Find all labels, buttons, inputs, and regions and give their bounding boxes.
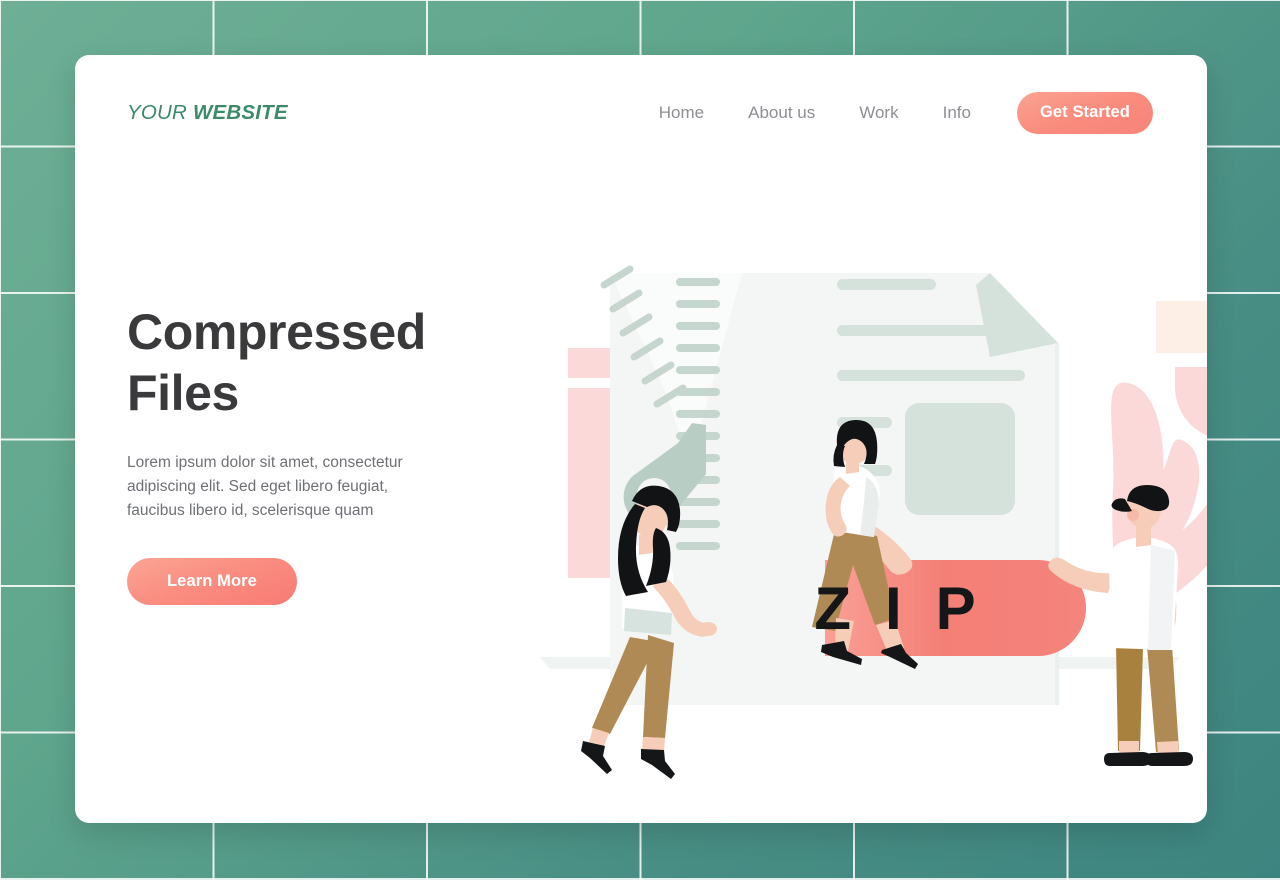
- zip-banner-label: ZIP: [814, 575, 1009, 642]
- peach-rectangle-decoration: [1156, 301, 1207, 353]
- brand-logo[interactable]: YOUR WEBSITE: [127, 101, 288, 125]
- headline-line-2: Files: [127, 365, 239, 421]
- hero-copy-block: Compressed Files Lorem ipsum dolor sit a…: [127, 302, 527, 605]
- nav-item-home[interactable]: Home: [659, 103, 726, 123]
- page-title: Compressed Files: [127, 302, 527, 424]
- site-header: YOUR WEBSITE Home About us Work Info Get…: [75, 55, 1207, 170]
- page-background: YOUR WEBSITE Home About us Work Info Get…: [0, 0, 1280, 880]
- nav-item-about-us[interactable]: About us: [726, 103, 837, 123]
- logo-text-regular: YOUR: [127, 100, 188, 124]
- main-navigation: Home About us Work Info Get Started: [659, 91, 1153, 134]
- hero-paragraph: Lorem ipsum dolor sit amet, consectetur …: [127, 454, 403, 519]
- pink-rounded-decoration: [1175, 367, 1207, 436]
- hero-illustration: ZIP: [480, 205, 1207, 823]
- nav-item-work[interactable]: Work: [837, 103, 920, 123]
- headline-line-1: Compressed: [127, 304, 426, 360]
- learn-more-button[interactable]: Learn More: [127, 558, 297, 605]
- logo-text-bold: WEBSITE: [192, 100, 288, 124]
- get-started-button[interactable]: Get Started: [1016, 91, 1153, 134]
- nav-item-info[interactable]: Info: [921, 103, 993, 123]
- landing-page-card: YOUR WEBSITE Home About us Work Info Get…: [75, 55, 1207, 823]
